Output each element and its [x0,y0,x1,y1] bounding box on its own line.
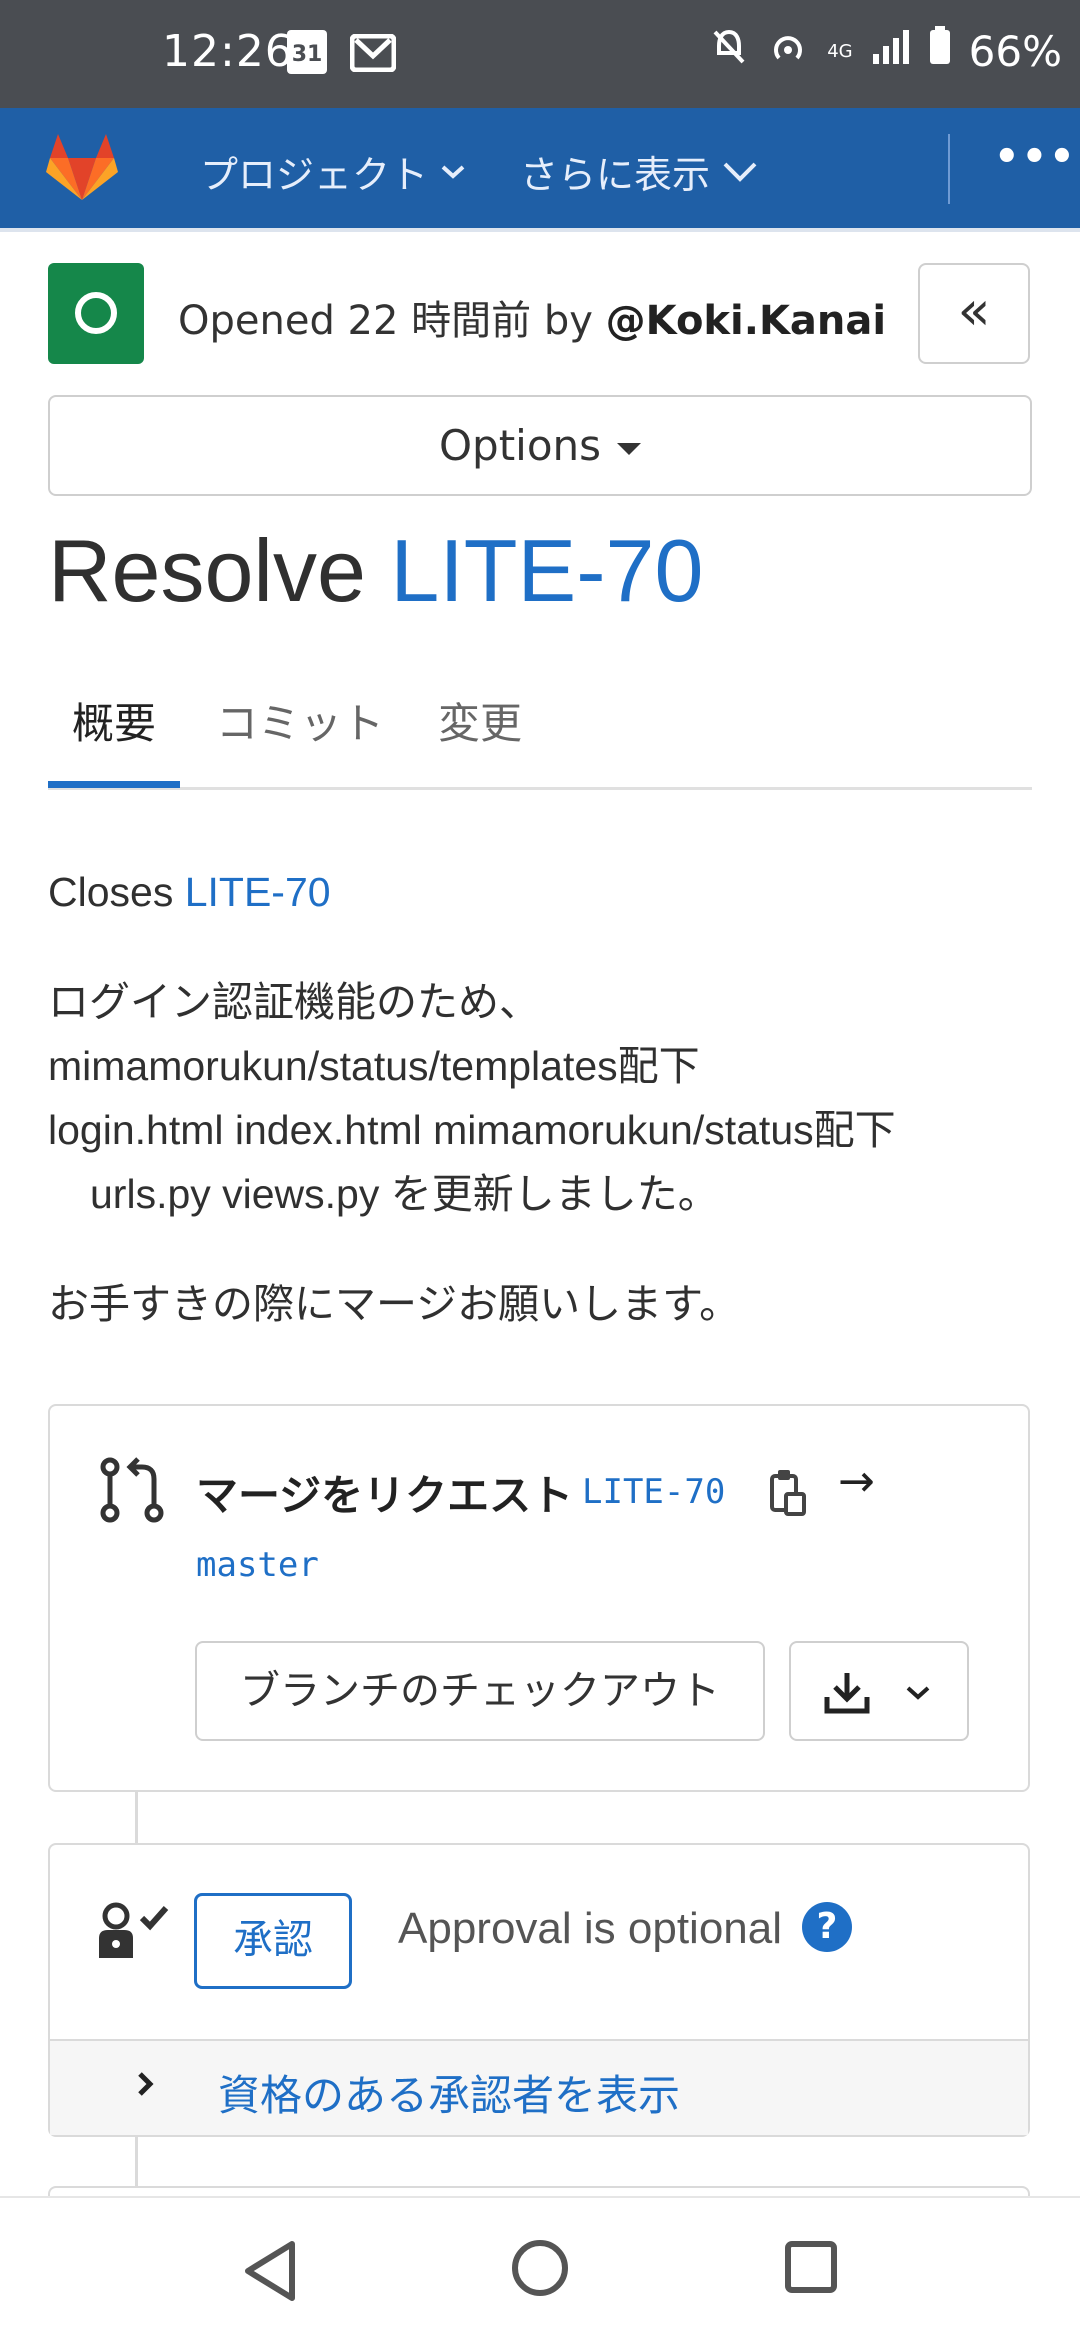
chevron-down-icon [723,162,757,182]
merge-direction-arrow: → [838,1456,875,1507]
more-menu-label: さらに表示 [520,153,711,197]
description-line: mimamorukun/status/templates配下 [48,1043,700,1089]
options-dropdown[interactable]: Options [48,395,1032,496]
download-icon [824,1673,870,1714]
network-type: 4G [827,40,853,62]
tab-overview[interactable]: 概要 [72,690,156,751]
download-dropdown-button[interactable] [789,1641,969,1741]
source-branch-link[interactable]: LITE-70 [582,1472,725,1512]
gmail-icon [349,33,397,76]
gitlab-logo-icon[interactable] [44,132,120,206]
mute-icon [709,26,749,76]
checkout-branch-button[interactable]: ブランチのチェックアウト [195,1641,765,1741]
opened-text: Opened 22 時間前 by [178,298,606,344]
tab-commits[interactable]: コミット [216,690,384,751]
description-line: login.html index.html mimamorukun/status… [48,1107,896,1153]
battery-level: 66% [968,26,1062,76]
open-status-icon [75,292,117,334]
nav-divider [948,134,950,204]
projects-menu[interactable]: プロジェクト [200,144,466,199]
top-navbar: プロジェクト さらに表示 ••• [0,108,1080,228]
nav-bottom-border [0,228,1080,232]
calendar-icon: 31 [287,30,327,74]
home-icon[interactable] [510,2238,570,2302]
battery-icon [929,26,951,76]
merge-request-heading: マージをリクエスト [196,1471,574,1520]
system-nav-bar [0,2196,1080,2340]
author-link[interactable]: @Koki.Kanai [606,298,886,344]
active-tab-indicator [48,781,180,788]
more-menu[interactable]: さらに表示 [520,144,758,199]
recents-icon[interactable] [784,2240,838,2298]
sidebar-toggle-button[interactable]: « [918,263,1030,364]
closes-line: Closes LITE-70 [48,860,331,924]
merge-request-icon [98,1455,168,1529]
chevron-down-icon [441,165,465,179]
signal-icon [871,27,911,76]
copy-branch-icon[interactable] [768,1468,808,1520]
options-label: Options [438,421,602,470]
help-icon[interactable]: ? [802,1902,852,1952]
chevron-down-icon [906,1686,930,1700]
approve-button[interactable]: 承認 [194,1893,352,1989]
target-branch-link[interactable]: master [196,1545,319,1585]
open-status-badge [48,263,144,364]
opened-info: Opened 22 時間前 by @Koki.Kanai [178,288,886,346]
timeline-connector [135,2137,138,2187]
mr-tabs: 概要 コミット 変更 [48,680,1032,790]
approval-status-text: Approval is optional [398,1904,783,1953]
status-icons: 4G 66% [709,26,1062,76]
status-bar: 12:26 31 4G 66% [0,0,1080,108]
page-title: Resolve LITE-70 [48,520,703,622]
caret-down-icon [617,442,642,455]
title-issue-link[interactable]: LITE-70 [390,521,703,620]
description-closing: お手すきの際にマージお願いします。 [48,1281,741,1327]
closes-issue-link[interactable]: LITE-70 [185,869,331,915]
approval-icon [96,1898,172,1966]
description-line: ログイン認証機能のため、 [48,979,540,1025]
description-line: urls.py views.py を更新しました。 [90,1171,719,1217]
tab-changes[interactable]: 変更 [438,690,522,751]
show-approvers-link[interactable]: 資格のある承認者を表示 [218,2062,680,2123]
back-icon[interactable] [240,2238,300,2308]
timeline-connector [135,1792,138,1843]
projects-menu-label: プロジェクト [200,153,429,197]
chevron-right-icon [136,2066,156,2107]
hotspot-icon [767,26,809,76]
overflow-menu-icon[interactable]: ••• [994,134,1077,180]
clock: 12:26 [162,26,294,77]
closes-prefix: Closes [48,869,185,915]
title-prefix: Resolve [48,521,391,620]
